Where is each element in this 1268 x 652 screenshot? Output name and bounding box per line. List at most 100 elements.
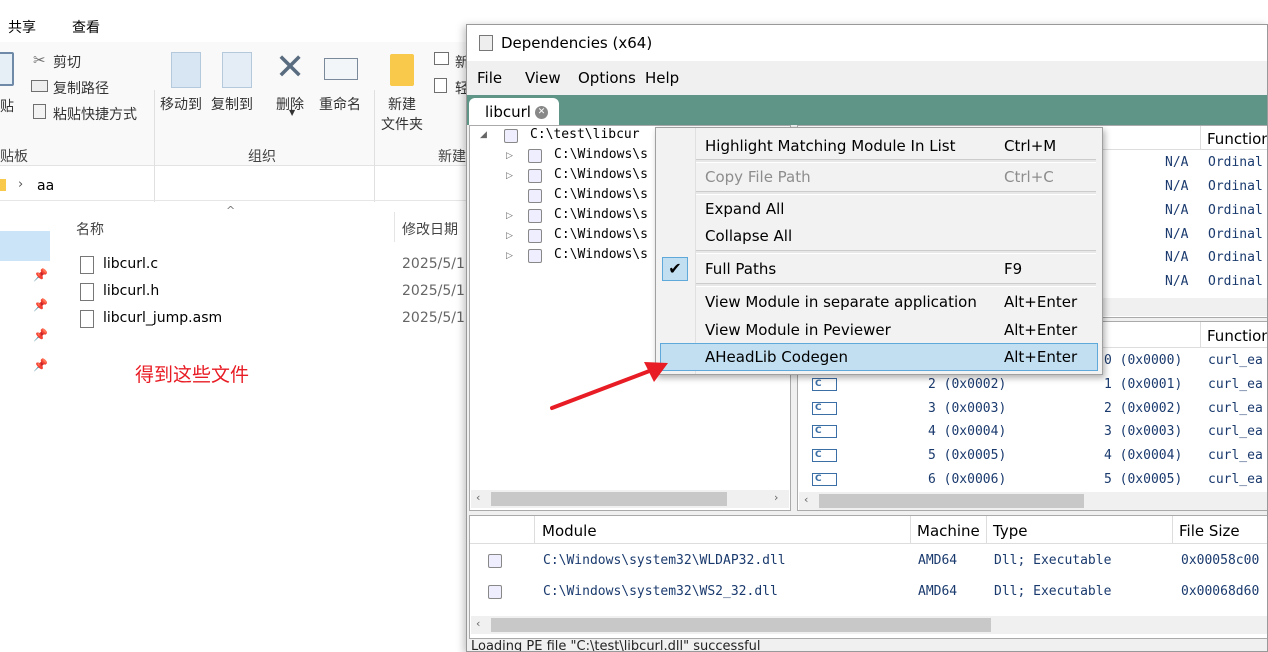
copy-path-button[interactable]: 复制路径 — [53, 78, 109, 98]
tree-item-label: C:\Windows\s — [554, 147, 648, 162]
scroll-thumb[interactable] — [819, 494, 1084, 508]
menu-item-aheadlib-codegen[interactable]: AHeadLib Codegen Alt+Enter — [660, 343, 1098, 371]
module-size: 0x00068d60 — [1181, 584, 1260, 599]
expand-triangle-icon[interactable]: ◢ — [480, 130, 487, 140]
tree-item-label: C:\Windows\s — [554, 187, 648, 202]
import-hint: N/A — [1165, 274, 1189, 289]
folder-small-icon — [0, 179, 6, 191]
title-bar[interactable]: Dependencies (x64) — [467, 25, 1267, 61]
file-date: 2025/5/1 — [402, 310, 465, 326]
column-header-function[interactable]: Function — [1207, 327, 1267, 345]
menu-item-highlight-matching-module[interactable]: Highlight Matching Module In List Ctrl+M — [660, 133, 1098, 159]
file-row[interactable]: libcurl.c — [80, 254, 380, 278]
file-row[interactable]: libcurl_jump.asm — [80, 308, 380, 332]
menu-item-shortcut: Alt+Enter — [1004, 293, 1078, 311]
export-ordinal: 4 (0x0004) — [928, 424, 1007, 439]
menu-view[interactable]: View — [525, 69, 561, 87]
menu-options[interactable]: Options — [578, 69, 636, 87]
collapsed-triangle-icon[interactable]: ▷ — [506, 251, 513, 261]
module-size: 0x00058c00 — [1181, 553, 1260, 568]
file-date: 2025/5/1 — [402, 283, 465, 299]
modules-horizontal-scrollbar[interactable]: ‹ — [471, 616, 1267, 634]
paste-shortcut-button[interactable]: 粘贴快捷方式 — [53, 104, 137, 124]
column-header-type[interactable]: Type — [993, 522, 1027, 540]
file-row[interactable]: libcurl.h — [80, 281, 380, 305]
tree-root-label: C:\test\libcur — [530, 127, 640, 142]
menu-item-label: View Module in separate application — [705, 293, 977, 311]
annotation-arrow — [550, 362, 668, 410]
column-divider — [534, 516, 535, 544]
scroll-left-icon[interactable]: ‹ — [476, 491, 480, 504]
scroll-left-icon[interactable]: ‹ — [804, 493, 808, 506]
scroll-left-icon[interactable]: ‹ — [476, 617, 480, 630]
export-function: curl_ea — [1208, 353, 1263, 368]
ribbon-tab-view[interactable]: 查看 — [72, 17, 100, 37]
breadcrumb-folder[interactable]: aa — [37, 178, 54, 194]
column-header-function[interactable]: Function — [1207, 130, 1267, 148]
copy-to-button[interactable]: 复制到 — [211, 94, 253, 114]
scroll-right-icon[interactable]: › — [774, 491, 778, 504]
pin-icon: 📌 — [33, 328, 48, 342]
menu-item-view-module-peviewer[interactable]: View Module in Peviewer Alt+Enter — [660, 317, 1098, 343]
column-header-name[interactable]: 名称 — [76, 219, 104, 239]
module-machine: AMD64 — [918, 584, 958, 599]
tab-libcurl[interactable]: libcurl ✕ — [469, 98, 559, 126]
column-header-machine[interactable]: Machine — [917, 522, 980, 540]
menu-item-expand-all[interactable]: Expand All — [660, 196, 1098, 222]
menu-item-collapse-all[interactable]: Collapse All — [660, 223, 1098, 249]
checkmark-icon: ✔ — [662, 257, 688, 281]
import-function: Ordinal — [1208, 179, 1263, 194]
menu-item-shortcut: Ctrl+M — [1004, 137, 1057, 155]
nav-pane-selected-item[interactable] — [0, 231, 50, 261]
menu-separator — [696, 283, 1096, 287]
import-function: Ordinal — [1208, 274, 1263, 289]
modules-list-pane[interactable]: Module Machine Type File Size C:\Windows… — [469, 515, 1267, 639]
paste-button[interactable]: 贴 — [0, 96, 14, 116]
menu-separator — [696, 250, 1096, 254]
import-function: Ordinal — [1208, 250, 1263, 265]
export-hint: 2 (0x0002) — [1104, 401, 1183, 416]
module-type: Dll; Executable — [994, 584, 1112, 599]
copy-to-icon — [222, 52, 252, 88]
column-header-file-size[interactable]: File Size — [1179, 522, 1240, 540]
menu-item-copy-file-path[interactable]: Copy File Path Ctrl+C — [660, 164, 1098, 190]
move-to-button[interactable]: 移动到 — [160, 94, 202, 114]
cut-button[interactable]: 剪切 — [53, 52, 81, 72]
export-function: curl_ea — [1208, 401, 1263, 416]
scroll-thumb[interactable] — [491, 492, 727, 506]
annotation-note: 得到这些文件 — [135, 364, 250, 386]
close-tab-icon[interactable]: ✕ — [535, 106, 548, 119]
export-c-icon: C — [812, 473, 837, 486]
collapsed-triangle-icon[interactable]: ▷ — [506, 231, 513, 241]
menu-file[interactable]: File — [477, 69, 502, 87]
column-divider — [1172, 516, 1173, 544]
module-icon — [528, 209, 542, 223]
status-bar-text: Loading PE file "C:\test\libcurl.dll" su… — [471, 639, 761, 652]
exports-horizontal-scrollbar[interactable]: ‹ — [799, 492, 1267, 510]
delete-icon: ✕ — [275, 47, 306, 88]
scroll-thumb[interactable] — [491, 618, 991, 632]
tree-horizontal-scrollbar[interactable]: ‹ › — [471, 490, 789, 508]
module-row[interactable]: C:\Windows\system32\WS2_32.dll AMD64 Dll… — [470, 577, 1267, 607]
menu-help[interactable]: Help — [645, 69, 679, 87]
collapsed-triangle-icon[interactable]: ▷ — [506, 171, 513, 181]
export-ordinal: 2 (0x0002) — [928, 377, 1007, 392]
ribbon-tab-share[interactable]: 共享 — [8, 17, 36, 37]
module-row[interactable]: C:\Windows\system32\WLDAP32.dll AMD64 Dl… — [470, 546, 1267, 576]
column-header-module[interactable]: Module — [542, 522, 597, 540]
module-machine: AMD64 — [918, 553, 958, 568]
rename-button[interactable]: 重命名 — [319, 94, 361, 114]
column-header-modified[interactable]: 修改日期 — [402, 219, 458, 239]
paste-shortcut-icon — [33, 104, 46, 119]
menu-item-label: View Module in Peviewer — [705, 321, 891, 339]
new-folder-button[interactable]: 新建 — [388, 94, 416, 114]
export-c-icon: C — [812, 449, 837, 462]
menu-item-view-module-separate-app[interactable]: View Module in separate application Alt+… — [660, 289, 1098, 315]
module-icon — [528, 189, 542, 203]
collapsed-triangle-icon[interactable]: ▷ — [506, 151, 513, 161]
menu-item-shortcut: Ctrl+C — [1004, 168, 1054, 186]
column-divider — [910, 516, 911, 544]
tree-item-label: C:\Windows\s — [554, 207, 648, 222]
collapsed-triangle-icon[interactable]: ▷ — [506, 211, 513, 221]
menu-item-full-paths[interactable]: ✔ Full Paths F9 — [660, 256, 1098, 282]
